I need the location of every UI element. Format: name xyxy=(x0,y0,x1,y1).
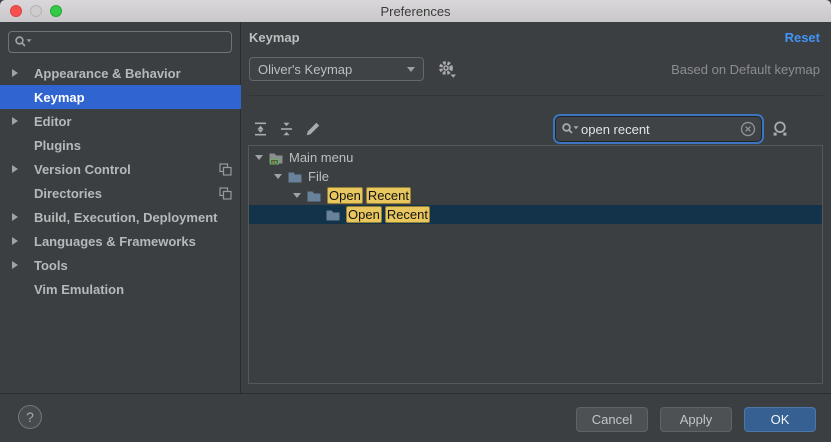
chevron-down-icon xyxy=(407,67,415,72)
match-highlight: Open xyxy=(346,206,382,223)
sidebar-item-version-control[interactable]: Version Control xyxy=(0,157,241,181)
keymap-search-input[interactable] xyxy=(579,122,740,137)
expander-icon[interactable] xyxy=(12,261,18,269)
window-title: Preferences xyxy=(380,4,450,19)
gear-icon[interactable] xyxy=(436,58,460,82)
sidebar-item-languages-frameworks[interactable]: Languages & Frameworks xyxy=(0,229,241,253)
zoom-button[interactable] xyxy=(50,5,62,17)
expander-icon[interactable] xyxy=(12,165,18,173)
close-button[interactable] xyxy=(10,5,22,17)
apply-button[interactable]: Apply xyxy=(660,407,732,432)
collapse-all-button[interactable] xyxy=(278,120,296,138)
edit-pencil-icon[interactable] xyxy=(304,120,322,138)
expander-icon[interactable] xyxy=(254,155,264,160)
find-by-shortcut-icon[interactable] xyxy=(770,120,790,138)
minimize-button xyxy=(30,5,42,17)
search-icon[interactable] xyxy=(561,122,579,136)
based-on-label: Based on Default keymap xyxy=(671,62,820,77)
header-separator xyxy=(249,95,823,96)
tree-row-main-menu[interactable]: Main menu xyxy=(249,148,822,167)
reset-link[interactable]: Reset xyxy=(785,30,820,45)
project-settings-icon xyxy=(219,187,232,200)
folder-icon xyxy=(325,207,341,223)
sidebar-item-vim-emulation[interactable]: Vim Emulation xyxy=(0,277,241,301)
title-bar: Preferences xyxy=(0,0,831,22)
expander-icon[interactable] xyxy=(12,237,18,245)
sidebar-item-appearance-behavior[interactable]: Appearance & Behavior xyxy=(0,61,241,85)
tree-row-open-recent-selected[interactable]: OpenRecent xyxy=(249,205,822,224)
expander-icon[interactable] xyxy=(12,213,18,221)
expander-icon[interactable] xyxy=(12,69,18,77)
search-icon[interactable] xyxy=(14,35,32,49)
match-highlight: Open xyxy=(327,187,363,204)
cancel-button[interactable]: Cancel xyxy=(576,407,648,432)
folder-icon xyxy=(306,188,322,204)
sidebar-item-keymap[interactable]: Keymap xyxy=(0,85,241,109)
settings-search-input[interactable] xyxy=(32,35,226,50)
sidebar-item-editor[interactable]: Editor xyxy=(0,109,241,133)
help-button[interactable]: ? xyxy=(18,405,42,429)
settings-sidebar: Appearance & Behavior Keymap Editor Plug… xyxy=(0,22,241,393)
sidebar-item-tools[interactable]: Tools xyxy=(0,253,241,277)
sidebar-item-plugins[interactable]: Plugins xyxy=(0,133,241,157)
tree-row-file[interactable]: File xyxy=(249,167,822,186)
tree-row-open-recent[interactable]: OpenRecent xyxy=(249,186,822,205)
page-title: Keymap xyxy=(249,30,300,45)
keymap-search-field[interactable] xyxy=(555,116,762,142)
expander-icon[interactable] xyxy=(292,193,302,198)
expander-icon[interactable] xyxy=(12,117,18,125)
ok-button[interactable]: OK xyxy=(744,407,816,432)
clear-search-icon[interactable] xyxy=(740,121,756,137)
keymap-tree: Main menu File OpenRecent xyxy=(248,145,823,384)
dialog-footer: ? Cancel Apply OK xyxy=(0,393,831,442)
sidebar-item-directories[interactable]: Directories xyxy=(0,181,241,205)
match-highlight: Recent xyxy=(366,187,411,204)
expander-icon[interactable] xyxy=(273,174,283,179)
sidebar-item-build-execution-deployment[interactable]: Build, Execution, Deployment xyxy=(0,205,241,229)
expand-all-button[interactable] xyxy=(252,120,270,138)
match-highlight: Recent xyxy=(385,206,430,223)
project-settings-icon xyxy=(219,163,232,176)
folder-icon xyxy=(287,169,303,185)
main-menu-icon xyxy=(268,150,284,166)
preferences-dialog: Appearance & Behavior Keymap Editor Plug… xyxy=(0,22,831,393)
settings-search-field[interactable] xyxy=(8,31,232,53)
keymap-dropdown[interactable]: Oliver's Keymap xyxy=(249,57,424,81)
